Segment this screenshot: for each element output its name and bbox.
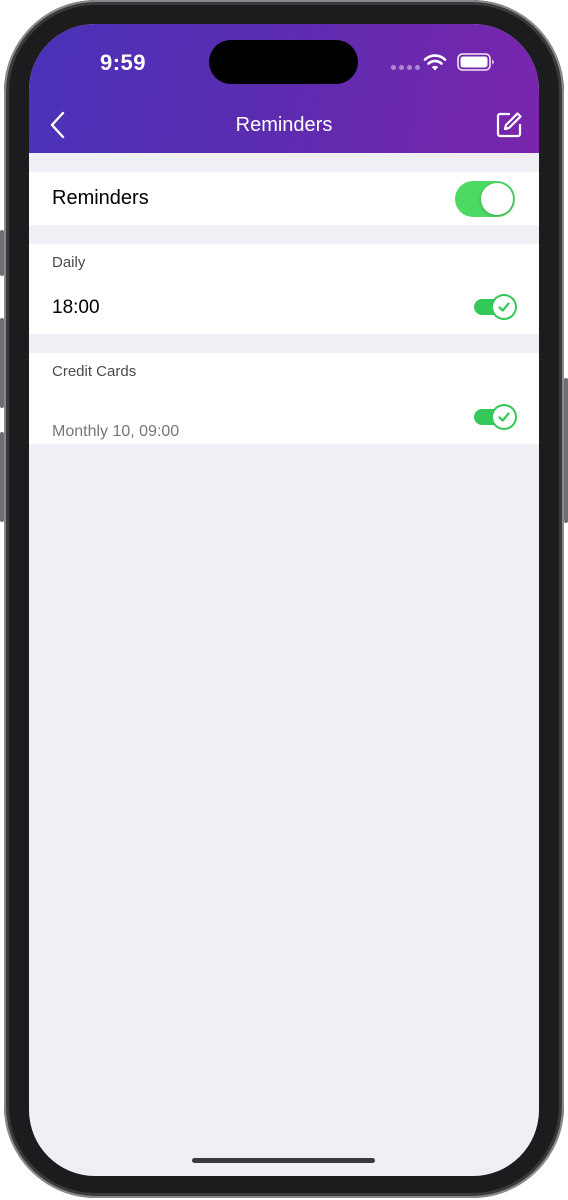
- credit-cards-section-label: Credit Cards: [52, 363, 137, 380]
- daily-time[interactable]: 18:00: [52, 297, 100, 319]
- credit-cards-reminder-card: Credit Cards Monthly 10, 09:00: [29, 353, 539, 444]
- credit-cards-schedule[interactable]: Monthly 10, 09:00: [52, 423, 179, 441]
- power-button: [564, 378, 568, 523]
- action-button: [0, 230, 4, 276]
- daily-toggle[interactable]: [474, 296, 516, 318]
- home-indicator[interactable]: [192, 1158, 375, 1163]
- daily-reminder-card: Daily 18:00: [29, 244, 539, 334]
- reminders-label: Reminders: [52, 187, 149, 209]
- volume-up-button: [0, 318, 4, 408]
- page-title: Reminders: [235, 114, 333, 136]
- status-time: 9:59: [100, 50, 147, 75]
- cellular-signal-icon: [391, 65, 420, 70]
- daily-section-label: Daily: [52, 254, 86, 271]
- battery-icon: [457, 53, 494, 71]
- wifi-icon: [423, 54, 447, 71]
- reminders-toggle[interactable]: [455, 181, 515, 217]
- reminders-toggle-row: Reminders: [29, 172, 539, 225]
- navigation-bar: 9:59 Reminders: [29, 24, 539, 153]
- app-screen: 9:59 Reminders Reminders Daily 18:00 Cre…: [29, 24, 539, 1176]
- toggle-knob: [481, 183, 513, 215]
- volume-down-button: [0, 432, 4, 522]
- compose-icon[interactable]: [495, 111, 523, 139]
- dynamic-island: [209, 40, 358, 84]
- check-icon: [493, 406, 515, 428]
- check-icon: [493, 296, 515, 318]
- credit-cards-toggle[interactable]: [474, 406, 516, 428]
